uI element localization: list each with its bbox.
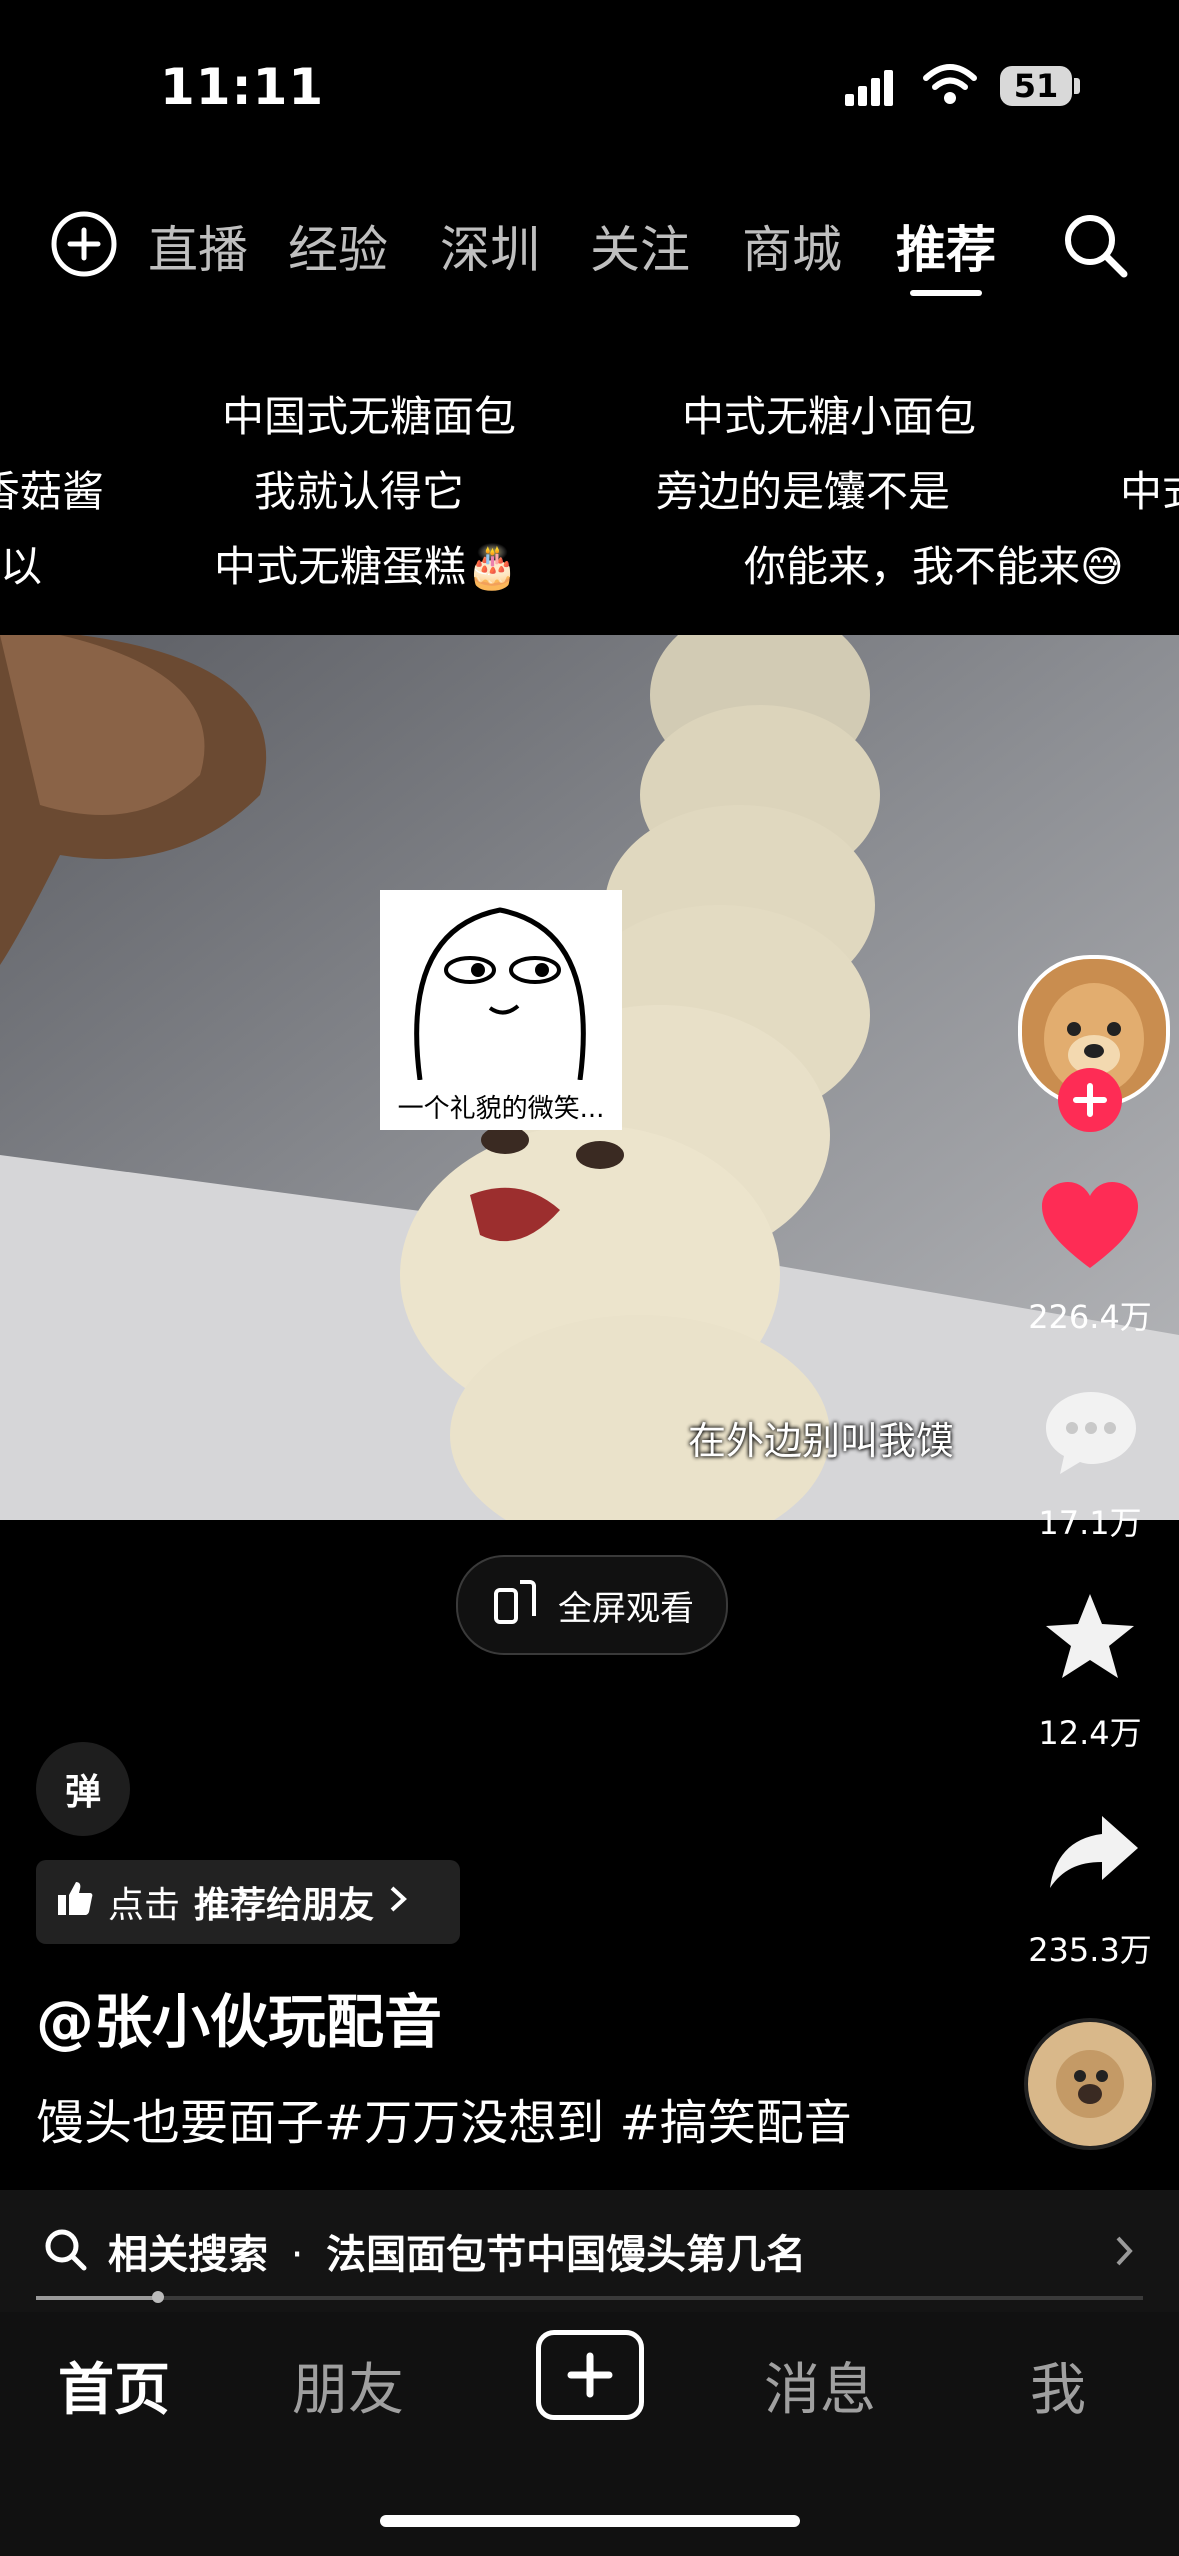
danmaku-item: 旁边的是馕不是 xyxy=(656,467,951,516)
related-search-separator: · xyxy=(290,2232,304,2278)
video-progress-knob[interactable] xyxy=(152,2291,164,2303)
add-icon[interactable] xyxy=(48,208,120,284)
danmaku-item: 中式无糖蛋糕🎂 xyxy=(214,542,519,591)
fullscreen-icon xyxy=(490,1576,540,1635)
related-search-label: 相关搜索 xyxy=(108,2232,268,2278)
danmaku-toggle-button[interactable]: 弹 xyxy=(36,1742,130,1836)
recommend-to-friend-button[interactable]: 点击 推荐给朋友 xyxy=(36,1860,460,1944)
video-progress-fill xyxy=(36,2296,158,2300)
danmaku-item: 我就认得它 xyxy=(254,467,465,516)
nav-me[interactable]: 我 xyxy=(1030,2345,1086,2426)
danmaku-item: 中式无糖小面包 xyxy=(682,392,977,441)
follow-plus-icon[interactable] xyxy=(1058,1068,1122,1132)
like-heart-icon[interactable] xyxy=(1040,1180,1140,1276)
tab-recommend[interactable]: 推荐 xyxy=(896,210,996,282)
search-icon[interactable] xyxy=(1060,210,1130,284)
meme-sticker: 一个礼貌的微笑... xyxy=(380,890,622,1130)
nav-home[interactable]: 首页 xyxy=(58,2345,170,2426)
fullscreen-label: 全屏观看 xyxy=(558,1588,694,1629)
status-time: 11:11 xyxy=(160,58,325,116)
favorite-star-icon[interactable] xyxy=(1042,1590,1138,1686)
battery-tip xyxy=(1074,78,1080,94)
tab-mall[interactable]: 商城 xyxy=(742,210,842,282)
like-count: 226.4万 xyxy=(1028,1298,1152,1336)
thumbs-up-icon xyxy=(56,1879,94,1926)
comment-icon[interactable] xyxy=(1042,1388,1140,1482)
plus-icon xyxy=(567,2352,613,2398)
wifi-icon xyxy=(922,62,978,112)
active-tab-indicator xyxy=(910,290,982,296)
home-indicator xyxy=(380,2515,800,2527)
create-post-button[interactable] xyxy=(536,2330,644,2420)
recommend-prefix: 点击 xyxy=(108,1885,181,1926)
danmaku-item: 你能来，我不能来😅 xyxy=(744,542,1124,591)
search-icon xyxy=(42,2226,90,2278)
video-progress-track[interactable] xyxy=(36,2296,1143,2300)
danmaku-item: 香菇酱 xyxy=(0,467,105,516)
video-subtitle: 在外边别叫我馍 xyxy=(688,1419,955,1463)
tab-shenzhen[interactable]: 深圳 xyxy=(440,210,540,282)
music-disc-icon[interactable] xyxy=(1024,2018,1156,2150)
favorite-count: 12.4万 xyxy=(1038,1714,1142,1752)
share-icon[interactable] xyxy=(1046,1812,1140,1896)
video-caption: 馒头也要面子#万万没想到 #搞笑配音 xyxy=(36,2095,852,2151)
comment-count: 17.1万 xyxy=(1038,1504,1142,1542)
battery-icon: 51 xyxy=(1000,66,1072,106)
share-count: 235.3万 xyxy=(1028,1931,1152,1969)
chevron-right-icon xyxy=(1114,2234,1134,2272)
nav-friends[interactable]: 朋友 xyxy=(292,2345,404,2426)
danmaku-item: 中式 xyxy=(1120,467,1179,516)
nav-messages[interactable]: 消息 xyxy=(764,2345,876,2426)
danmaku-item: 以 xyxy=(0,542,43,591)
signal-icon xyxy=(845,68,905,112)
tab-experience[interactable]: 经验 xyxy=(288,210,388,282)
tab-following[interactable]: 关注 xyxy=(590,210,690,282)
danmaku-item: 中国式无糖面包 xyxy=(222,392,517,441)
related-search-query: 法国面包节中国馒头第几名 xyxy=(326,2232,807,2278)
related-search-text: 相关搜索 · 法国面包节中国馒头第几名 xyxy=(108,2222,806,2280)
tab-live[interactable]: 直播 xyxy=(148,210,248,282)
recommend-label: 推荐给朋友 xyxy=(194,1885,375,1926)
fullscreen-button[interactable]: 全屏观看 xyxy=(456,1555,728,1655)
author-name[interactable]: @张小伙玩配音 xyxy=(36,1975,442,2059)
sticker-caption: 一个礼貌的微笑... xyxy=(397,1094,605,1124)
chevron-right-icon xyxy=(388,1882,408,1923)
